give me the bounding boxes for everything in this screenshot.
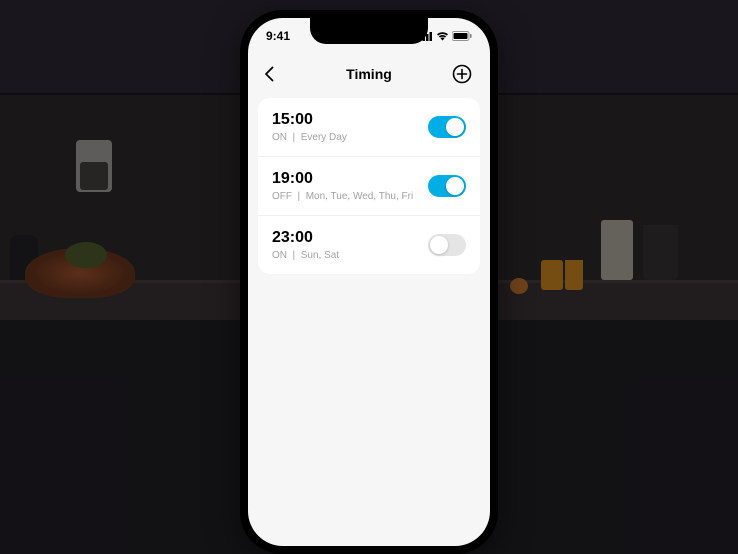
- battery-icon: [452, 31, 472, 41]
- app-header: Timing: [248, 54, 490, 94]
- add-button[interactable]: [450, 62, 474, 86]
- timer-info: 15:00 ON | Every Day: [272, 111, 347, 143]
- timer-time: 19:00: [272, 170, 413, 188]
- timer-row[interactable]: 19:00 OFF | Mon, Tue, Wed, Thu, Fri: [258, 157, 480, 216]
- timer-time: 23:00: [272, 229, 339, 247]
- timer-toggle[interactable]: [428, 175, 466, 197]
- toggle-knob: [430, 236, 448, 254]
- timer-toggle[interactable]: [428, 116, 466, 138]
- toggle-knob: [446, 118, 464, 136]
- timer-detail: OFF | Mon, Tue, Wed, Thu, Fri: [272, 191, 413, 202]
- toggle-knob: [446, 177, 464, 195]
- timer-row[interactable]: 23:00 ON | Sun, Sat: [258, 216, 480, 274]
- timer-time: 15:00: [272, 111, 347, 129]
- timer-detail: ON | Every Day: [272, 132, 347, 143]
- timer-detail: ON | Sun, Sat: [272, 250, 339, 261]
- chevron-left-icon: [264, 66, 274, 82]
- phone-frame: 9:41 Timing: [240, 10, 498, 554]
- timer-row[interactable]: 15:00 ON | Every Day: [258, 98, 480, 157]
- phone-screen: 9:41 Timing: [248, 18, 490, 546]
- phone-notch: [310, 18, 428, 44]
- timer-toggle[interactable]: [428, 234, 466, 256]
- status-time: 9:41: [266, 29, 290, 43]
- timer-info: 23:00 ON | Sun, Sat: [272, 229, 339, 261]
- plus-circle-icon: [452, 64, 472, 84]
- wifi-icon: [436, 31, 449, 41]
- timers-card: 15:00 ON | Every Day 19:00 OFF | Mon, Tu…: [258, 98, 480, 274]
- timer-info: 19:00 OFF | Mon, Tue, Wed, Thu, Fri: [272, 170, 413, 202]
- back-button[interactable]: [264, 62, 288, 86]
- page-title: Timing: [346, 66, 392, 82]
